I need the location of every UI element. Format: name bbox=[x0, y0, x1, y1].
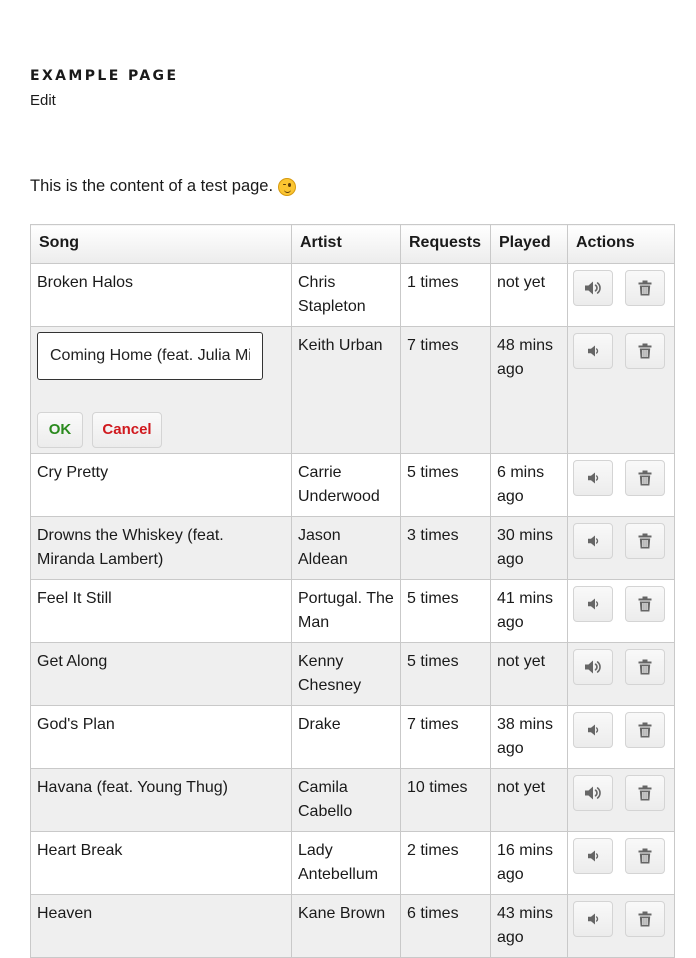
played-cell: not yet bbox=[490, 768, 568, 832]
actions-cell bbox=[567, 894, 675, 958]
table-row: Heart Break Lady Antebellum 2 times 16 mins… bbox=[30, 831, 675, 895]
song-cell[interactable]: God's Plan bbox=[30, 705, 292, 769]
played-cell: 6 mins ago bbox=[490, 453, 568, 517]
table-row: Broken Halos Chris Stapleton 1 times not ye… bbox=[30, 263, 675, 327]
actions-cell bbox=[567, 263, 675, 327]
played-cell: not yet bbox=[490, 642, 568, 706]
page-content-text: This is the content of a test page. bbox=[30, 177, 274, 195]
page-content: This is the content of a test page. bbox=[30, 177, 297, 196]
edit-buttons: OK Cancel bbox=[37, 412, 285, 448]
song-cell[interactable]: Heaven bbox=[30, 894, 292, 958]
delete-button[interactable] bbox=[625, 838, 665, 874]
delete-button[interactable] bbox=[625, 586, 665, 622]
table-header-row: Song Artist Requests Played Actions bbox=[30, 224, 675, 264]
delete-button[interactable] bbox=[625, 712, 665, 748]
play-button[interactable] bbox=[573, 460, 613, 496]
actions-cell bbox=[567, 326, 675, 454]
requests-cell: 5 times bbox=[400, 579, 491, 643]
winking-face-icon bbox=[278, 177, 297, 196]
song-requests-table: Song Artist Requests Played Actions Brok… bbox=[30, 224, 675, 958]
played-cell: 30 mins ago bbox=[490, 516, 568, 580]
actions-cell bbox=[567, 453, 675, 517]
song-cell-editing: OKCancel bbox=[30, 326, 292, 454]
played-cell: 43 mins ago bbox=[490, 894, 568, 958]
table-row: Feel It Still Portugal. The Man 5 times 41 … bbox=[30, 579, 675, 643]
delete-button[interactable] bbox=[625, 333, 665, 369]
table-row: Drowns the Whiskey (feat. Miranda Lamber… bbox=[30, 516, 675, 580]
column-header-actions: Actions bbox=[567, 224, 675, 264]
column-header-song: Song bbox=[30, 224, 292, 264]
requests-cell: 6 times bbox=[400, 894, 491, 958]
actions-cell bbox=[567, 516, 675, 580]
play-button[interactable] bbox=[573, 649, 613, 685]
delete-button[interactable] bbox=[625, 649, 665, 685]
requests-cell: 7 times bbox=[400, 705, 491, 769]
play-button[interactable] bbox=[573, 775, 613, 811]
column-header-requests: Requests bbox=[400, 224, 491, 264]
requests-cell: 5 times bbox=[400, 453, 491, 517]
artist-cell: Lady Antebellum bbox=[291, 831, 401, 895]
delete-button[interactable] bbox=[625, 460, 665, 496]
played-cell: 38 mins ago bbox=[490, 705, 568, 769]
artist-cell: Keith Urban bbox=[291, 326, 401, 454]
edit-link[interactable]: Edit bbox=[30, 92, 56, 109]
played-cell: 41 mins ago bbox=[490, 579, 568, 643]
actions-cell bbox=[567, 579, 675, 643]
play-button[interactable] bbox=[573, 712, 613, 748]
actions-cell bbox=[567, 768, 675, 832]
play-button[interactable] bbox=[573, 901, 613, 937]
table-row: OKCancelKeith Urban7 times48 mins ago bbox=[30, 326, 675, 454]
play-button[interactable] bbox=[573, 838, 613, 874]
requests-cell: 10 times bbox=[400, 768, 491, 832]
play-button[interactable] bbox=[573, 333, 613, 369]
song-cell[interactable]: Heart Break bbox=[30, 831, 292, 895]
requests-cell: 5 times bbox=[400, 642, 491, 706]
delete-button[interactable] bbox=[625, 775, 665, 811]
play-button[interactable] bbox=[573, 270, 613, 306]
table-row: Heaven Kane Brown 6 times 43 mins ago bbox=[30, 894, 675, 958]
artist-cell: Camila Cabello bbox=[291, 768, 401, 832]
play-button[interactable] bbox=[573, 523, 613, 559]
table-body: Broken Halos Chris Stapleton 1 times not ye… bbox=[30, 263, 675, 958]
table-row: Cry Pretty Carrie Underwood 5 times 6 mins … bbox=[30, 453, 675, 517]
actions-cell bbox=[567, 831, 675, 895]
delete-button[interactable] bbox=[625, 901, 665, 937]
song-cell[interactable]: Get Along bbox=[30, 642, 292, 706]
requests-cell: 7 times bbox=[400, 326, 491, 454]
requests-cell: 1 times bbox=[400, 263, 491, 327]
requests-cell: 3 times bbox=[400, 516, 491, 580]
column-header-played: Played bbox=[490, 224, 568, 264]
requests-cell: 2 times bbox=[400, 831, 491, 895]
ok-button[interactable]: OK bbox=[37, 412, 83, 448]
actions-cell bbox=[567, 705, 675, 769]
song-cell[interactable]: Feel It Still bbox=[30, 579, 292, 643]
song-cell[interactable]: Havana (feat. Young Thug) bbox=[30, 768, 292, 832]
artist-cell: Kane Brown bbox=[291, 894, 401, 958]
artist-cell: Kenny Chesney bbox=[291, 642, 401, 706]
song-cell[interactable]: Cry Pretty bbox=[30, 453, 292, 517]
cancel-button[interactable]: Cancel bbox=[92, 412, 162, 448]
played-cell: 16 mins ago bbox=[490, 831, 568, 895]
delete-button[interactable] bbox=[625, 523, 665, 559]
column-header-artist: Artist bbox=[291, 224, 401, 264]
played-cell: not yet bbox=[490, 263, 568, 327]
page-title: EXAMPLE PAGE bbox=[30, 68, 179, 84]
artist-cell: Portugal. The Man bbox=[291, 579, 401, 643]
artist-cell: Jason Aldean bbox=[291, 516, 401, 580]
table-row: Havana (feat. Young Thug) Camila Cabello 1… bbox=[30, 768, 675, 832]
table-row: God's Plan Drake 7 times 38 mins ago bbox=[30, 705, 675, 769]
artist-cell: Drake bbox=[291, 705, 401, 769]
delete-button[interactable] bbox=[625, 270, 665, 306]
artist-cell: Chris Stapleton bbox=[291, 263, 401, 327]
artist-cell: Carrie Underwood bbox=[291, 453, 401, 517]
song-title-input[interactable] bbox=[37, 332, 263, 380]
actions-cell bbox=[567, 642, 675, 706]
song-cell[interactable]: Broken Halos bbox=[30, 263, 292, 327]
song-cell[interactable]: Drowns the Whiskey (feat. Miranda Lamber… bbox=[30, 516, 292, 580]
table-row: Get Along Kenny Chesney 5 times not yet bbox=[30, 642, 675, 706]
play-button[interactable] bbox=[573, 586, 613, 622]
played-cell: 48 mins ago bbox=[490, 326, 568, 454]
